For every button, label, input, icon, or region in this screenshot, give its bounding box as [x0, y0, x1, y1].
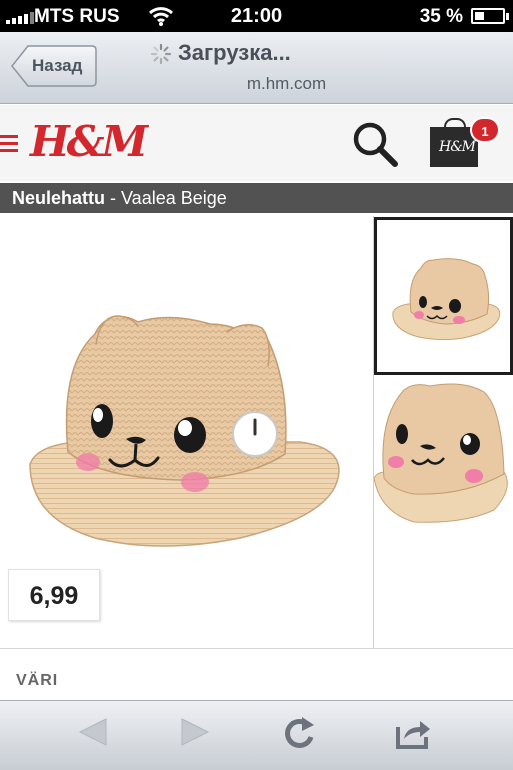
back-arrow-icon[interactable]: [76, 715, 110, 749]
hm-logo[interactable]: H&M: [30, 117, 148, 166]
title-separator: -: [105, 188, 122, 208]
status-bar: MTS RUS 21:00 35 %: [0, 0, 513, 32]
battery-percent: 35 %: [419, 6, 463, 27]
cart-count-badge: 1: [470, 117, 500, 143]
loading-spinner-icon: [150, 44, 172, 65]
shopping-bag-button[interactable]: H&M 1: [428, 117, 500, 171]
product-title-bar: Neulehattu - Vaalea Beige: [0, 183, 513, 213]
price-tag: 6,99: [8, 569, 100, 621]
site-header: H&M H&M 1: [0, 105, 513, 181]
share-icon[interactable]: [394, 715, 434, 751]
back-button-label: Назад: [32, 56, 83, 75]
product-name: Neulehattu: [12, 188, 106, 208]
section-divider: [0, 648, 513, 649]
page-title: Загрузка...: [150, 40, 430, 66]
color-section-label: VÄRI: [16, 672, 59, 689]
thumbnail-2[interactable]: [374, 378, 513, 528]
thumbnail-1[interactable]: [374, 217, 513, 375]
browser-toolbar: [0, 700, 513, 770]
product-color-name: Vaalea Beige: [121, 188, 227, 208]
reload-icon[interactable]: [282, 715, 318, 753]
page-title-text: Загрузка...: [178, 40, 291, 65]
browser-nav-bar: Назад Загрузка... m.hm.com: [0, 32, 513, 104]
battery-icon: [471, 8, 509, 24]
bag-logo: H&M: [439, 139, 476, 155]
search-icon[interactable]: [350, 119, 400, 169]
forward-arrow-icon[interactable]: [178, 715, 212, 749]
hamburger-icon[interactable]: [0, 135, 18, 156]
page-url[interactable]: m.hm.com: [0, 74, 513, 94]
